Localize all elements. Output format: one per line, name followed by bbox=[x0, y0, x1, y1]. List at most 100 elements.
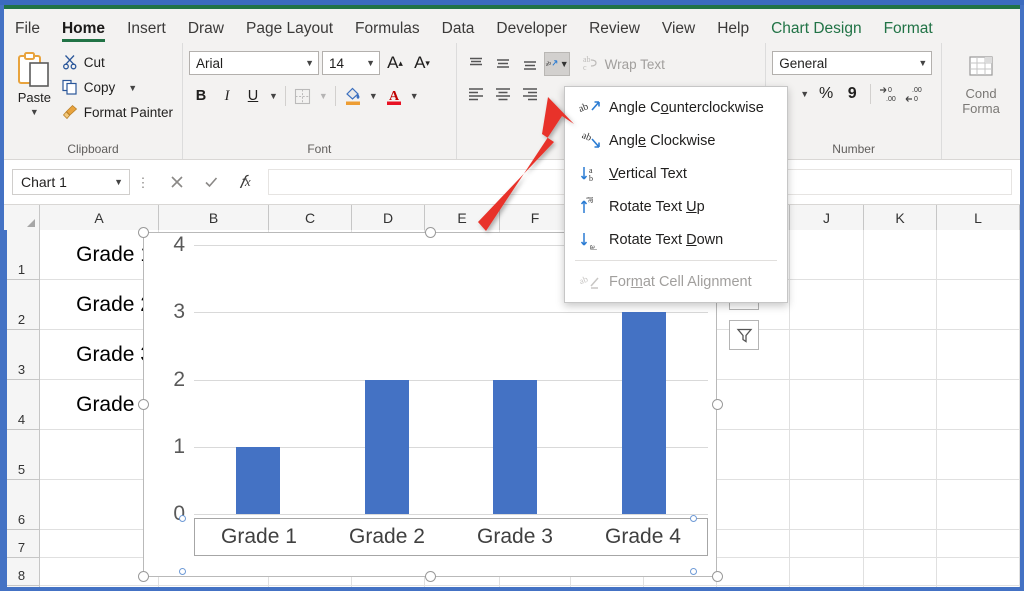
format-painter-button[interactable]: Format Painter bbox=[59, 101, 176, 123]
tab-developer[interactable]: Developer bbox=[485, 21, 578, 44]
font-size-combo[interactable]: 14 ▼ bbox=[322, 51, 380, 75]
cell-A3[interactable]: Grade 3 bbox=[40, 330, 159, 380]
row-header-3[interactable]: 3 bbox=[4, 330, 40, 380]
cell-L3[interactable] bbox=[937, 330, 1020, 380]
comma-style-button[interactable]: 9 bbox=[841, 81, 863, 106]
row-header-5[interactable]: 5 bbox=[4, 430, 40, 480]
column-header-d[interactable]: D bbox=[352, 205, 425, 230]
cut-button[interactable]: Cut bbox=[59, 51, 176, 73]
tab-chart-design[interactable]: Chart Design bbox=[760, 21, 872, 44]
cell-J4[interactable] bbox=[790, 380, 864, 430]
tab-format[interactable]: Format bbox=[873, 21, 944, 44]
decrease-decimal-button[interactable]: .00 0 bbox=[904, 81, 926, 106]
cell-L6[interactable] bbox=[937, 480, 1020, 530]
name-box[interactable]: Chart 1 ▼ bbox=[12, 169, 130, 195]
align-bottom-button[interactable] bbox=[517, 52, 543, 76]
cell-J3[interactable] bbox=[790, 330, 864, 380]
row-header-1[interactable]: 1 bbox=[4, 230, 40, 280]
formula-bar-more-icon[interactable]: ⋮ bbox=[130, 177, 156, 188]
axis-selection-handle-top-left[interactable] bbox=[179, 515, 186, 522]
cell-L1[interactable] bbox=[937, 230, 1020, 280]
align-left-button[interactable] bbox=[463, 82, 489, 106]
bar-grade-2[interactable] bbox=[365, 380, 409, 515]
chevron-down-icon[interactable]: ▼ bbox=[128, 84, 137, 93]
chart-handle-bottom-right[interactable] bbox=[712, 571, 723, 582]
menu-item-angle-clockwise[interactable]: ab Angle Clockwise bbox=[565, 124, 787, 157]
row-header-8[interactable]: 8 bbox=[4, 558, 40, 586]
cell-K1[interactable] bbox=[864, 230, 937, 280]
column-header-b[interactable]: B bbox=[159, 205, 269, 230]
tab-page-layout[interactable]: Page Layout bbox=[235, 21, 344, 44]
decrease-font-size-button[interactable]: A▾ bbox=[410, 50, 434, 76]
cell-A5[interactable] bbox=[40, 430, 159, 480]
menu-item-rotate-text-down[interactable]: ab Rotate Text Down bbox=[565, 223, 787, 256]
paste-button[interactable]: Paste ▼ bbox=[10, 47, 59, 117]
align-center-button[interactable] bbox=[490, 82, 516, 106]
chevron-down-icon[interactable]: ▼ bbox=[560, 59, 569, 69]
cell-J6[interactable] bbox=[790, 480, 864, 530]
tab-draw[interactable]: Draw bbox=[177, 21, 235, 44]
cell-J2[interactable] bbox=[790, 280, 864, 330]
chevron-down-icon[interactable]: ▼ bbox=[408, 91, 421, 101]
menu-item-rotate-text-up[interactable]: ab Rotate Text Up bbox=[565, 190, 787, 223]
cell-K3[interactable] bbox=[864, 330, 937, 380]
copy-button[interactable]: Copy ▼ bbox=[59, 76, 176, 98]
axis-selection-handle-bottom-left[interactable] bbox=[179, 568, 186, 575]
row-header-2[interactable]: 2 bbox=[4, 280, 40, 330]
chevron-down-icon[interactable]: ▼ bbox=[798, 89, 811, 99]
italic-button[interactable]: I bbox=[215, 83, 239, 109]
column-header-l[interactable]: L bbox=[937, 205, 1020, 230]
column-header-k[interactable]: K bbox=[864, 205, 937, 230]
cell-K4[interactable] bbox=[864, 380, 937, 430]
cell-A6[interactable] bbox=[40, 480, 159, 530]
chart-handle-top-center[interactable] bbox=[425, 227, 436, 238]
chart-handle-middle-left[interactable] bbox=[138, 399, 149, 410]
cell-A7[interactable] bbox=[40, 530, 159, 558]
cell-K6[interactable] bbox=[864, 480, 937, 530]
conditional-formatting-button[interactable]: Cond Forma bbox=[948, 47, 1014, 116]
cell-K2[interactable] bbox=[864, 280, 937, 330]
increase-font-size-button[interactable]: A▴ bbox=[383, 50, 407, 76]
tab-help[interactable]: Help bbox=[706, 21, 760, 44]
chart-handle-middle-right[interactable] bbox=[712, 399, 723, 410]
chart-handle-bottom-center[interactable] bbox=[425, 571, 436, 582]
cell-J8[interactable] bbox=[790, 558, 864, 586]
cell-K7[interactable] bbox=[864, 530, 937, 558]
align-right-button[interactable] bbox=[517, 82, 543, 106]
cell-K5[interactable] bbox=[864, 430, 937, 480]
bar-grade-1[interactable] bbox=[236, 447, 280, 514]
tab-file[interactable]: File bbox=[4, 21, 51, 44]
orientation-button[interactable]: ab ▼ bbox=[544, 52, 570, 76]
cell-I4[interactable] bbox=[717, 380, 790, 430]
menu-item-format-cell-alignment[interactable]: ab Format Cell Alignment bbox=[565, 265, 787, 298]
tab-view[interactable]: View bbox=[651, 21, 706, 44]
font-color-button[interactable]: A bbox=[382, 83, 406, 109]
wrap-text-button[interactable]: ab c Wrap Text bbox=[576, 52, 669, 76]
column-header-c[interactable]: C bbox=[269, 205, 352, 230]
cell-I6[interactable] bbox=[717, 480, 790, 530]
row-header-7[interactable]: 7 bbox=[4, 530, 40, 558]
column-header-j[interactable]: J bbox=[790, 205, 864, 230]
underline-button[interactable]: U bbox=[241, 83, 265, 109]
cell-A2[interactable]: Grade 2 bbox=[40, 280, 159, 330]
tab-insert[interactable]: Insert bbox=[116, 21, 177, 44]
bar-grade-4[interactable] bbox=[622, 312, 666, 514]
select-all-button[interactable] bbox=[4, 205, 40, 230]
column-header-f[interactable]: F bbox=[500, 205, 571, 230]
tab-data[interactable]: Data bbox=[431, 21, 486, 44]
tab-review[interactable]: Review bbox=[578, 21, 651, 44]
cell-I8[interactable] bbox=[717, 558, 790, 586]
cell-J7[interactable] bbox=[790, 530, 864, 558]
bar-grade-3[interactable] bbox=[493, 380, 537, 515]
column-header-e[interactable]: E bbox=[425, 205, 500, 230]
chevron-down-icon[interactable]: ▼ bbox=[30, 108, 39, 117]
chart-x-axis-labels[interactable]: Grade 1Grade 2Grade 3Grade 4 bbox=[194, 518, 708, 556]
fill-color-button[interactable] bbox=[341, 83, 365, 109]
chart-handle-top-left[interactable] bbox=[138, 227, 149, 238]
cell-I5[interactable] bbox=[717, 430, 790, 480]
cell-J5[interactable] bbox=[790, 430, 864, 480]
cell-L2[interactable] bbox=[937, 280, 1020, 330]
chart-handle-bottom-left[interactable] bbox=[138, 571, 149, 582]
axis-selection-handle-top-right[interactable] bbox=[690, 515, 697, 522]
row-header-4[interactable]: 4 bbox=[4, 380, 40, 430]
